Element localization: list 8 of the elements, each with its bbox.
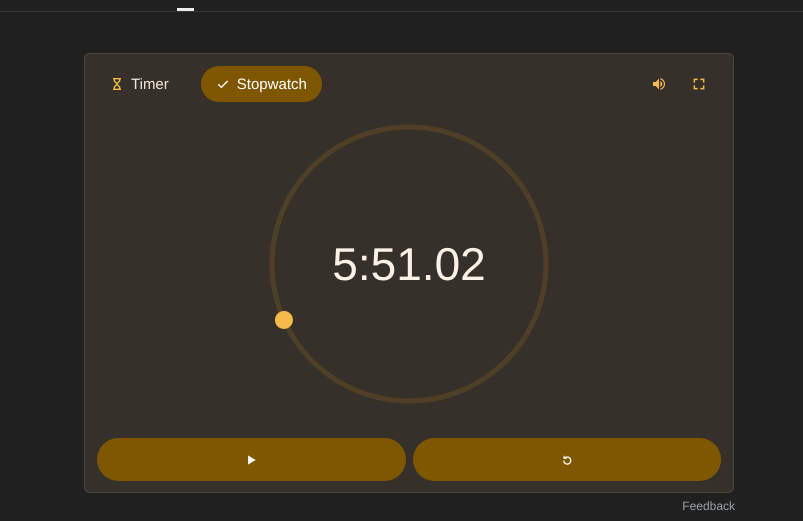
progress-dot	[274, 310, 293, 329]
mode-tab[interactable]: Timer	[97, 66, 181, 102]
speaker-icon[interactable]	[651, 76, 667, 92]
elapsed-time: 5:51.02	[332, 237, 486, 291]
tab-indicator	[177, 8, 194, 11]
fullscreen-icon[interactable]	[691, 76, 707, 92]
feedback-link[interactable]: Feedback	[682, 499, 735, 513]
mode-tab[interactable]: Stopwatch	[200, 66, 322, 102]
